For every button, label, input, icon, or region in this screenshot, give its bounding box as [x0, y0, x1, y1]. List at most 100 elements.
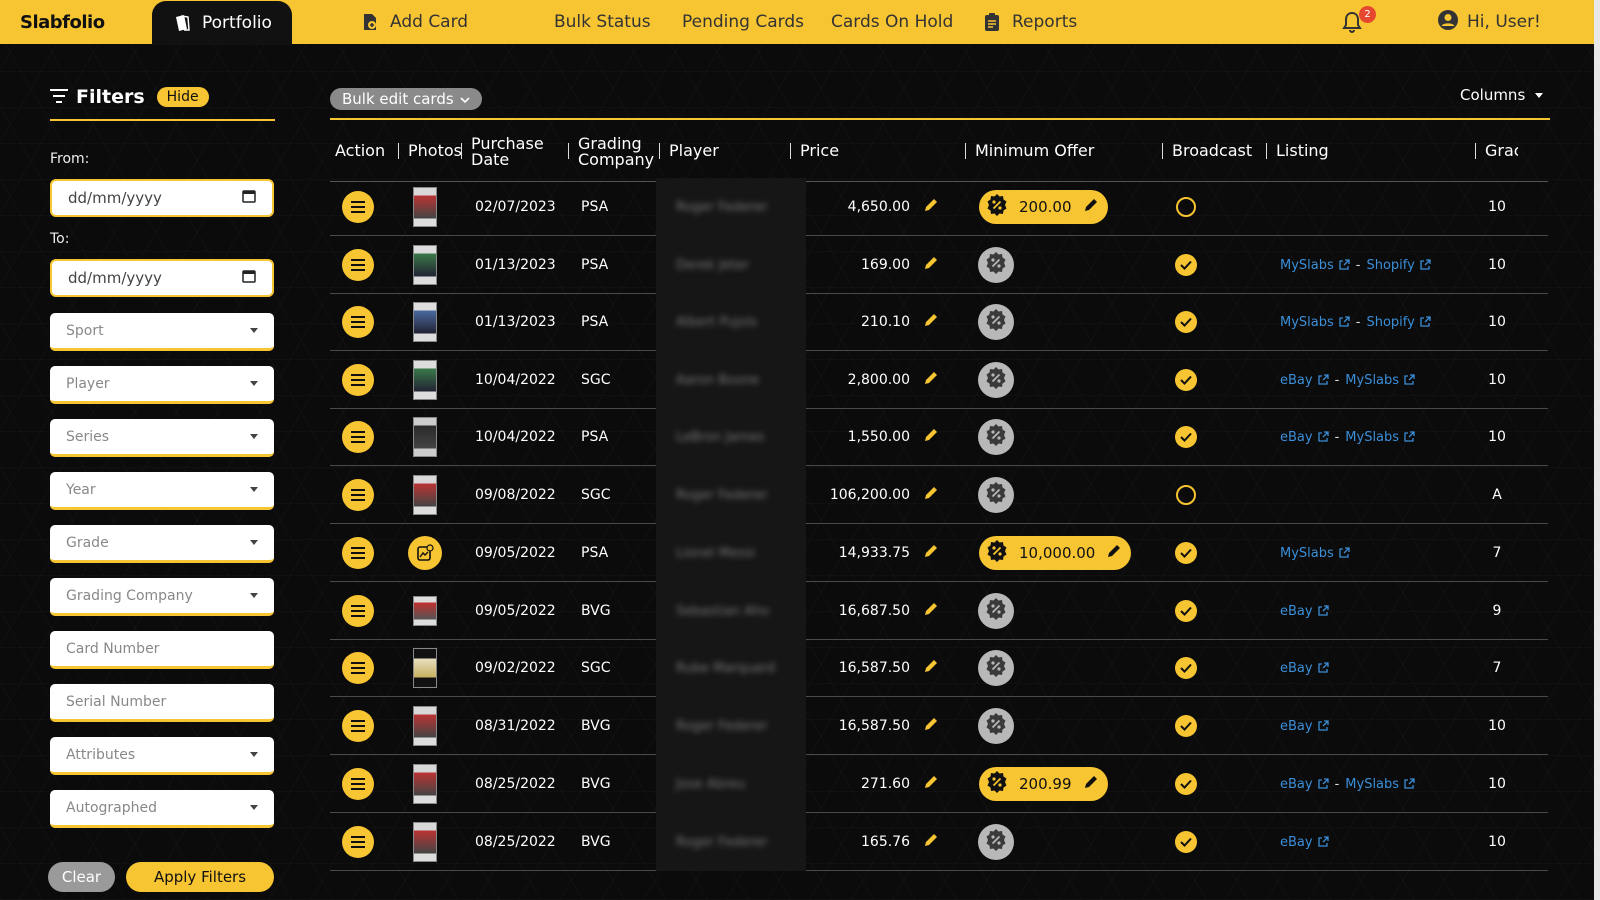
listing-link[interactable]: MySlabs: [1345, 373, 1415, 388]
header-action[interactable]: Action: [335, 143, 385, 159]
listing-link[interactable]: MySlabs: [1345, 777, 1415, 792]
listing-link[interactable]: eBay: [1280, 661, 1329, 676]
card-thumbnail[interactable]: [413, 822, 437, 862]
listing-link[interactable]: MySlabs: [1280, 546, 1350, 561]
action-menu-button[interactable]: [342, 421, 374, 453]
edit-price-button[interactable]: [922, 697, 940, 755]
clear-filters-button[interactable]: Clear: [48, 862, 115, 892]
header-photos[interactable]: Photos: [408, 143, 462, 159]
action-menu-button[interactable]: [342, 479, 374, 511]
table-row[interactable]: 09/05/2022 PSA Lionel Messi 14,933.75 10,0…: [330, 524, 1548, 582]
year-select[interactable]: Year: [50, 472, 274, 510]
nav-cards-on-hold[interactable]: Cards On Hold: [831, 0, 953, 44]
to-date-input[interactable]: dd/mm/yyyy: [50, 259, 274, 297]
listing-link[interactable]: MySlabs: [1345, 430, 1415, 445]
header-grade[interactable]: Grac: [1485, 143, 1518, 159]
listing-link[interactable]: MySlabs: [1280, 258, 1350, 273]
user-menu[interactable]: Hi, User!: [1437, 0, 1541, 44]
attributes-select[interactable]: Attributes: [50, 737, 274, 775]
nav-portfolio[interactable]: Portfolio: [152, 1, 292, 45]
card-thumbnail[interactable]: [413, 764, 437, 804]
table-row[interactable]: 08/25/2022 BVG Roger Federer 165.76 eBay 10: [330, 813, 1548, 871]
nav-add-card[interactable]: Add Card: [360, 0, 468, 44]
header-broadcast[interactable]: Broadcast: [1172, 143, 1252, 159]
card-thumbnail[interactable]: [413, 648, 437, 688]
broadcast-check-icon[interactable]: [1175, 600, 1197, 622]
set-offer-button[interactable]: [978, 593, 1014, 629]
pencil-icon[interactable]: [1082, 773, 1100, 795]
table-row[interactable]: 08/25/2022 BVG Jose Abreu 271.60 200.99 eB…: [330, 755, 1548, 813]
action-menu-button[interactable]: [342, 364, 374, 396]
edit-price-button[interactable]: [922, 582, 940, 640]
edit-price-button[interactable]: [922, 408, 940, 466]
header-purchase-date[interactable]: Purchase Date: [471, 136, 544, 168]
sport-select[interactable]: Sport: [50, 313, 274, 351]
grade-select[interactable]: Grade: [50, 525, 274, 563]
set-offer-button[interactable]: [978, 708, 1014, 744]
table-row[interactable]: 09/02/2022 SGC Rube Marquard 16,587.50 eBa…: [330, 639, 1548, 697]
card-thumbnail[interactable]: [413, 706, 437, 746]
edit-price-button[interactable]: [922, 813, 940, 871]
broadcast-check-icon[interactable]: [1175, 773, 1197, 795]
action-menu-button[interactable]: [342, 652, 374, 684]
action-menu-button[interactable]: [342, 306, 374, 338]
action-menu-button[interactable]: [342, 191, 374, 223]
broadcast-check-icon[interactable]: [1175, 542, 1197, 564]
listing-link[interactable]: Shopify: [1366, 315, 1431, 330]
action-menu-button[interactable]: [342, 249, 374, 281]
nav-pending-cards[interactable]: Pending Cards: [682, 0, 804, 44]
table-row[interactable]: 09/05/2022 BVG Sebastian Aho 16,687.50 eBa…: [330, 582, 1548, 640]
card-thumbnail[interactable]: [413, 417, 437, 457]
broadcast-check-icon[interactable]: [1175, 831, 1197, 853]
hide-filters-button[interactable]: Hide: [156, 87, 209, 107]
minimum-offer-pill[interactable]: 200.00: [979, 190, 1108, 224]
card-thumbnail[interactable]: [413, 245, 437, 285]
set-offer-button[interactable]: [978, 650, 1014, 686]
edit-price-button[interactable]: [922, 466, 940, 524]
action-menu-button[interactable]: [342, 537, 374, 569]
listing-link[interactable]: eBay: [1280, 835, 1329, 850]
grading-company-select[interactable]: Grading Company: [50, 578, 274, 616]
nav-reports[interactable]: Reports: [982, 0, 1077, 44]
broadcast-check-icon[interactable]: [1175, 715, 1197, 737]
set-offer-button[interactable]: [978, 247, 1014, 283]
set-offer-button[interactable]: [978, 824, 1014, 860]
header-minimum-offer[interactable]: Minimum Offer: [975, 143, 1094, 159]
card-number-input[interactable]: Card Number: [50, 631, 274, 669]
card-thumbnail[interactable]: [413, 360, 437, 400]
header-player[interactable]: Player: [669, 143, 719, 159]
calendar-icon[interactable]: [242, 269, 256, 287]
broadcast-empty-icon[interactable]: [1176, 485, 1196, 505]
action-menu-button[interactable]: [342, 826, 374, 858]
listing-link[interactable]: eBay: [1280, 430, 1329, 445]
card-thumbnail[interactable]: [413, 596, 437, 626]
set-offer-button[interactable]: [978, 419, 1014, 455]
card-thumbnail[interactable]: [413, 475, 437, 515]
edit-price-button[interactable]: [922, 293, 940, 351]
broadcast-check-icon[interactable]: [1175, 426, 1197, 448]
edit-price-button[interactable]: [922, 351, 940, 409]
listing-link[interactable]: Shopify: [1366, 258, 1431, 273]
set-offer-button[interactable]: [978, 304, 1014, 340]
edit-price-button[interactable]: [922, 236, 940, 294]
header-listing[interactable]: Listing: [1276, 143, 1329, 159]
action-menu-button[interactable]: [342, 710, 374, 742]
autographed-select[interactable]: Autographed: [50, 790, 274, 828]
table-row[interactable]: 01/13/2023 PSA Derek Jeter 169.00 MySlabs -…: [330, 236, 1548, 294]
broadcast-check-icon[interactable]: [1175, 254, 1197, 276]
broadcast-check-icon[interactable]: [1175, 657, 1197, 679]
broadcast-empty-icon[interactable]: [1176, 197, 1196, 217]
apply-filters-button[interactable]: Apply Filters: [126, 862, 274, 892]
set-offer-button[interactable]: [978, 477, 1014, 513]
page-scrollbar[interactable]: [1594, 0, 1600, 900]
table-row[interactable]: 09/08/2022 SGC Roger Federer 106,200.00 A: [330, 466, 1548, 524]
card-thumbnail[interactable]: [413, 187, 437, 227]
table-row[interactable]: 01/13/2023 PSA Albert Pujols 210.10 MySlab…: [330, 293, 1548, 351]
listing-link[interactable]: eBay: [1280, 777, 1329, 792]
from-date-input[interactable]: dd/mm/yyyy: [50, 179, 274, 217]
brand-logo[interactable]: Slabfolio: [20, 12, 105, 33]
minimum-offer-pill[interactable]: 200.99: [979, 767, 1108, 801]
listing-link[interactable]: eBay: [1280, 719, 1329, 734]
header-grading-company[interactable]: Grading Company: [578, 136, 654, 168]
card-thumbnail[interactable]: [413, 302, 437, 342]
